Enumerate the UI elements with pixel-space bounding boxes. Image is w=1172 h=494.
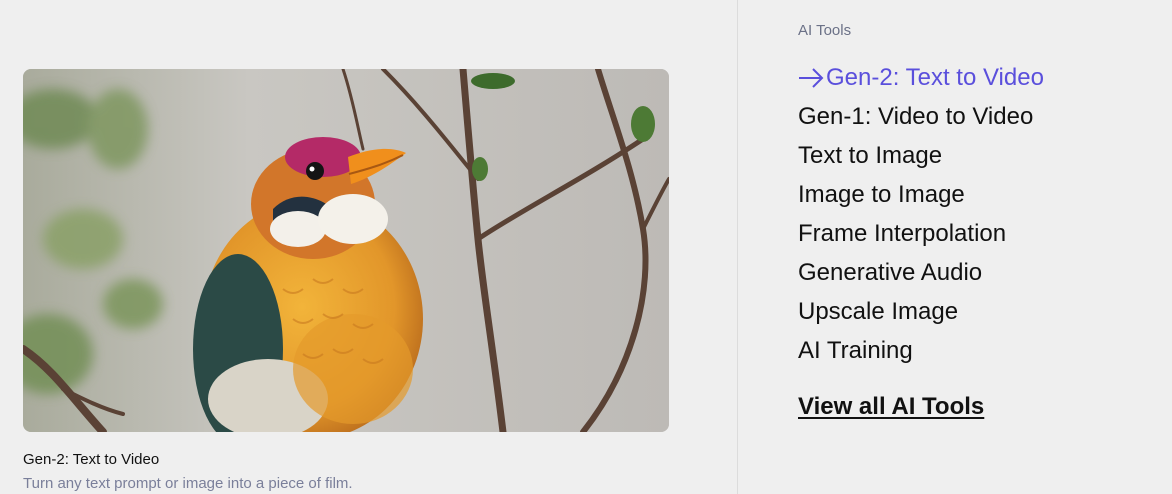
preview-pane: Gen-2: Text to Video Turn any text promp… (0, 0, 737, 494)
preview-image (23, 69, 669, 432)
tool-item-label: Image to Image (798, 180, 965, 208)
tool-item-label: Gen-1: Video to Video (798, 102, 1034, 130)
bird-illustration (23, 69, 669, 432)
arrow-right-icon (799, 67, 824, 88)
tool-item-label: Upscale Image (798, 297, 959, 325)
tool-list: Gen-2: Text to Video Gen-1: Video to Vid… (798, 58, 1044, 370)
ai-tools-menu: AI Tools Gen-2: Text to Video Gen-1: Vid… (738, 0, 1172, 494)
tool-item-label: Gen-2: Text to Video (826, 63, 1044, 91)
tool-item-label: AI Training (798, 336, 913, 364)
tool-item-gen1-video-to-video[interactable]: Gen-1: Video to Video (798, 97, 1044, 136)
view-all-ai-tools-link[interactable]: View all AI Tools (798, 393, 984, 421)
tool-item-gen2-text-to-video[interactable]: Gen-2: Text to Video (798, 58, 1044, 97)
tool-item-frame-interpolation[interactable]: Frame Interpolation (798, 214, 1044, 253)
preview-caption-description: Turn any text prompt or image into a pie… (23, 475, 353, 492)
tool-item-ai-training[interactable]: AI Training (798, 331, 1044, 370)
tool-item-generative-audio[interactable]: Generative Audio (798, 253, 1044, 292)
preview-caption-title: Gen-2: Text to Video (23, 451, 160, 468)
tool-item-text-to-image[interactable]: Text to Image (798, 136, 1044, 175)
tool-item-label: Frame Interpolation (798, 219, 1007, 247)
section-label: AI Tools (798, 22, 852, 39)
tool-item-upscale-image[interactable]: Upscale Image (798, 292, 1044, 331)
tool-item-label: Generative Audio (798, 258, 983, 286)
tool-item-label: Text to Image (798, 141, 943, 169)
tool-item-image-to-image[interactable]: Image to Image (798, 175, 1044, 214)
page: Gen-2: Text to Video Turn any text promp… (0, 0, 1172, 494)
